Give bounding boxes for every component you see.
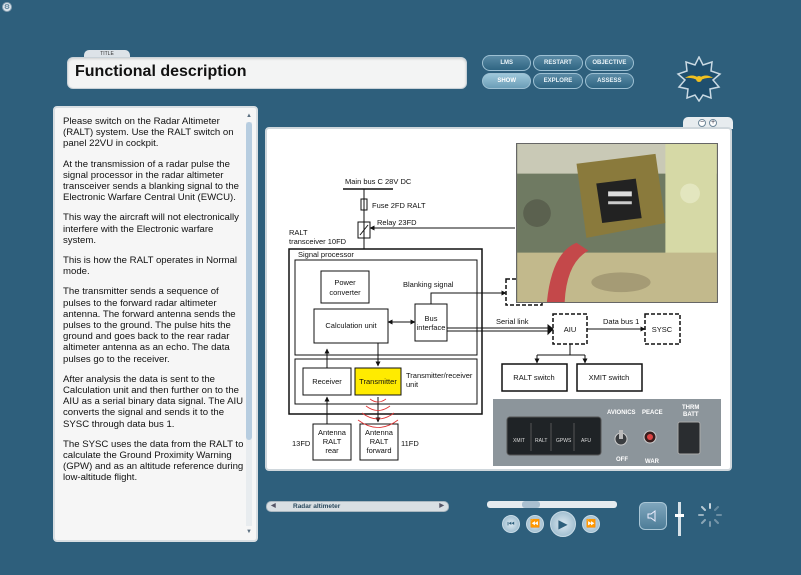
transceiver-label: transceiver 10FD [289, 237, 347, 246]
forward-antenna-label: forward [366, 446, 391, 455]
description-paragraph: The SYSC uses the data from the RALT to … [63, 438, 244, 484]
step-forward-button[interactable]: ⏩ [582, 515, 600, 533]
zoom-out-icon[interactable]: − [698, 119, 706, 127]
seek-handle[interactable] [522, 501, 540, 508]
explore-button[interactable]: EXPLORE [533, 73, 583, 89]
show-button[interactable]: SHOW [482, 73, 532, 89]
forward-antenna-id: 11FD [401, 439, 419, 448]
tr-unit-label: unit [406, 380, 419, 389]
rear-antenna-id: 13FD [292, 439, 311, 448]
signal-processor-label: Signal processor [298, 250, 354, 259]
transceiver-label: RALT [289, 228, 308, 237]
bus-interface-label: interface [417, 323, 446, 332]
restart-button[interactable]: RESTART [533, 55, 583, 71]
main-bus-label: Main bus C 28V DC [345, 177, 412, 186]
chapter-next-icon[interactable]: ▶ [439, 502, 444, 511]
transmitter-label: Transmitter [359, 377, 397, 386]
tr-unit-label: Transmitter/receiver [406, 371, 473, 380]
description-paragraph: The transmitter sends a sequence of puls… [63, 286, 236, 365]
serial-link-label: Serial link [496, 317, 529, 326]
forward-antenna-label: RALT [370, 437, 389, 446]
lms-button[interactable]: LMS [482, 55, 532, 71]
fuse-label: Fuse 2FD RALT [372, 201, 426, 210]
volume-knob[interactable] [675, 514, 684, 517]
transceiver-photo [516, 143, 718, 303]
scroll-up-icon[interactable]: ▲ [245, 112, 253, 120]
data-bus-label: Data bus 1 [603, 317, 639, 326]
aiu-label: AIU [564, 325, 577, 334]
avionics-control-panel: XMIT RALT GPWS AFU AVIONICS PEACE THRM B… [493, 399, 721, 466]
rear-antenna-label: RALT [323, 437, 342, 446]
chapter-prev-icon[interactable]: ◀ [271, 502, 276, 511]
wings-emblem-icon [676, 56, 722, 102]
nav-buttons: LMS RESTART OBJECTIVE SHOW EXPLORE ASSES… [482, 55, 634, 89]
blanking-signal-label: Blanking signal [403, 280, 454, 289]
description-paragraph: This is how the RALT operates in Normal … [63, 255, 238, 278]
speaker-icon [647, 510, 656, 522]
zoom-in-icon[interactable]: + [709, 119, 717, 127]
objective-button[interactable]: OBJECTIVE [584, 55, 634, 71]
loading-spinner-icon [698, 503, 722, 527]
off-label: OFF [616, 457, 628, 463]
bus-interface-label: Bus [425, 314, 438, 323]
power-converter-label: Power [334, 278, 356, 287]
war-label: WAR [645, 459, 660, 465]
receiver-label: Receiver [312, 377, 342, 386]
relay-label: Relay 23FD [377, 218, 417, 227]
volume-slider[interactable] [675, 502, 684, 536]
page-title: Functional description [75, 63, 247, 80]
ralt-key-label: RALT [535, 438, 547, 444]
scroll-down-icon[interactable]: ▼ [245, 528, 253, 536]
sysc-label: SYSC [652, 325, 673, 334]
description-scrollbar[interactable]: ▲ ▼ [245, 112, 253, 536]
title-box: Functional description [67, 57, 467, 89]
play-button[interactable]: ▶ [550, 511, 576, 537]
app-menu-icon[interactable]: ⚙ [2, 2, 12, 12]
description-text: Please switch on the Radar Altimeter (RA… [63, 116, 245, 493]
scroll-track[interactable] [246, 122, 252, 526]
batt-label: BATT [683, 412, 699, 418]
assess-button[interactable]: ASSESS [584, 73, 634, 89]
description-paragraph: This way the aircraft will not electroni… [63, 212, 239, 246]
description-paragraph: Please switch on the Radar Altimeter (RA… [63, 116, 234, 150]
scroll-thumb[interactable] [246, 122, 252, 440]
avionics-label: AVIONICS [607, 410, 636, 416]
rear-antenna-label: rear [325, 446, 339, 455]
forward-antenna-label: Antenna [365, 428, 394, 437]
description-panel: Please switch on the Radar Altimeter (RA… [53, 106, 258, 542]
power-converter-label: converter [329, 288, 361, 297]
chapter-bar[interactable]: ◀ Radar altimeter ▶ [266, 501, 449, 512]
diagram-viewer: Main bus C 28V DC Fuse 2FD RALT Relay 23… [265, 127, 732, 471]
description-paragraph: At the transmission of a radar pulse the… [63, 158, 239, 204]
gpws-key-label: GPWS [556, 438, 572, 444]
seek-bar[interactable] [487, 501, 617, 508]
ralt-switch-label: RALT switch [513, 373, 554, 382]
xmit-key-label: XMIT [513, 438, 525, 444]
chapter-label: Radar altimeter [293, 503, 341, 510]
thrm-label: THRM [682, 405, 699, 411]
peace-label: PEACE [642, 410, 663, 416]
afu-key-label: AFU [581, 438, 591, 444]
xmit-switch-label: XMIT switch [589, 373, 630, 382]
volume-button[interactable] [639, 502, 667, 530]
description-paragraph: After analysis the data is sent to the C… [63, 373, 244, 430]
rear-antenna-label: Antenna [318, 428, 347, 437]
rewind-start-button[interactable]: ⏮ [502, 515, 520, 533]
step-back-button[interactable]: ⏪ [526, 515, 544, 533]
thrm-batt-switch-icon [677, 421, 701, 455]
calculation-unit-label: Calculation unit [325, 321, 377, 330]
